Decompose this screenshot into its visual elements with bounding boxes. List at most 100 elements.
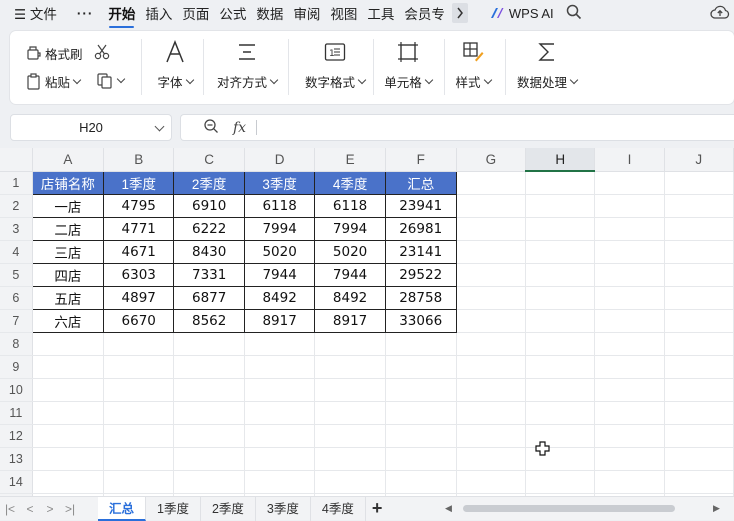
- row-header[interactable]: 3: [0, 217, 33, 241]
- font-group-button[interactable]: 字体: [150, 37, 200, 99]
- empty-cell[interactable]: [664, 447, 734, 471]
- data-cell[interactable]: 4671: [102, 239, 175, 264]
- fx-button[interactable]: fx: [233, 120, 246, 136]
- empty-cell[interactable]: [525, 217, 596, 241]
- cut-button[interactable]: [94, 44, 112, 60]
- search-icon[interactable]: [566, 4, 582, 23]
- tab-tools[interactable]: 工具: [362, 3, 399, 23]
- empty-cell[interactable]: [385, 378, 457, 402]
- scrollbar-thumb[interactable]: [463, 504, 675, 512]
- data-cell[interactable]: 一店: [31, 193, 104, 218]
- data-cell[interactable]: 8492: [243, 285, 316, 310]
- column-header-f[interactable]: F: [385, 148, 457, 172]
- name-box[interactable]: H20: [10, 114, 172, 141]
- empty-cell[interactable]: [456, 309, 527, 333]
- data-cell[interactable]: 23141: [384, 239, 457, 264]
- style-group-button[interactable]: 样式: [453, 37, 493, 99]
- data-cell[interactable]: 33066: [384, 308, 457, 333]
- data-cell[interactable]: 4897: [102, 285, 175, 310]
- empty-cell[interactable]: [594, 240, 665, 264]
- table-header-cell[interactable]: 2季度: [173, 170, 245, 195]
- data-cell[interactable]: 8492: [314, 285, 386, 310]
- table-header-cell[interactable]: 1季度: [102, 170, 175, 195]
- row-header[interactable]: 2: [0, 194, 33, 218]
- empty-cell[interactable]: [664, 263, 734, 287]
- empty-cell[interactable]: [594, 332, 665, 356]
- table-header-cell[interactable]: 3季度: [243, 170, 316, 195]
- data-cell[interactable]: 23941: [384, 193, 457, 218]
- empty-cell[interactable]: [594, 424, 665, 448]
- empty-cell[interactable]: [525, 171, 596, 195]
- data-cell[interactable]: 五店: [31, 285, 104, 310]
- data-cell[interactable]: 8430: [173, 239, 245, 264]
- empty-cell[interactable]: [664, 240, 734, 264]
- empty-cell[interactable]: [103, 332, 175, 356]
- empty-cell[interactable]: [664, 217, 734, 241]
- tab-data[interactable]: 数据: [251, 3, 288, 23]
- empty-cell[interactable]: [314, 447, 386, 471]
- empty-cell[interactable]: [314, 424, 386, 448]
- empty-cell[interactable]: [314, 378, 386, 402]
- empty-cell[interactable]: [456, 332, 527, 356]
- empty-cell[interactable]: [664, 401, 734, 425]
- data-cell[interactable]: 6118: [314, 193, 386, 218]
- empty-cell[interactable]: [32, 332, 104, 356]
- empty-cell[interactable]: [664, 194, 734, 218]
- column-header-j[interactable]: J: [664, 148, 734, 172]
- horizontal-scrollbar[interactable]: ◀ ▶: [445, 503, 725, 513]
- empty-cell[interactable]: [594, 286, 665, 310]
- column-header-i[interactable]: I: [594, 148, 665, 172]
- empty-cell[interactable]: [103, 378, 175, 402]
- empty-cell[interactable]: [594, 401, 665, 425]
- empty-cell[interactable]: [173, 424, 245, 448]
- wps-ai-button[interactable]: WPS AI: [490, 6, 554, 21]
- empty-cell[interactable]: [385, 424, 457, 448]
- prev-sheet-icon[interactable]: <: [20, 502, 40, 516]
- last-sheet-icon[interactable]: >|: [60, 502, 80, 516]
- first-sheet-icon[interactable]: |<: [0, 502, 20, 516]
- scroll-right-icon[interactable]: ▶: [713, 503, 720, 514]
- data-cell[interactable]: 5020: [243, 239, 316, 264]
- row-header[interactable]: 12: [0, 424, 33, 448]
- empty-cell[interactable]: [664, 171, 734, 195]
- data-cell[interactable]: 四店: [31, 262, 104, 287]
- tab-formula[interactable]: 公式: [214, 3, 251, 23]
- scroll-left-icon[interactable]: ◀: [445, 503, 452, 514]
- empty-cell[interactable]: [594, 470, 665, 494]
- sheet-tab-q3[interactable]: 3季度: [256, 496, 311, 521]
- empty-cell[interactable]: [525, 332, 596, 356]
- empty-cell[interactable]: [594, 194, 665, 218]
- empty-cell[interactable]: [103, 401, 175, 425]
- data-cell[interactable]: 8917: [314, 308, 386, 333]
- row-header[interactable]: 1: [0, 171, 33, 195]
- data-cell[interactable]: 六店: [31, 308, 104, 333]
- empty-cell[interactable]: [314, 470, 386, 494]
- sheet-tab-q1[interactable]: 1季度: [146, 496, 201, 521]
- empty-cell[interactable]: [314, 332, 386, 356]
- column-header-h[interactable]: H: [525, 148, 596, 172]
- next-sheet-icon[interactable]: >: [40, 502, 60, 516]
- empty-cell[interactable]: [456, 240, 527, 264]
- empty-cell[interactable]: [314, 401, 386, 425]
- tab-page[interactable]: 页面: [177, 3, 214, 23]
- empty-cell[interactable]: [244, 470, 316, 494]
- row-header[interactable]: 9: [0, 355, 33, 379]
- data-cell[interactable]: 6303: [102, 262, 175, 287]
- empty-cell[interactable]: [594, 309, 665, 333]
- tab-view[interactable]: 视图: [325, 3, 362, 23]
- column-header-c[interactable]: C: [173, 148, 245, 172]
- empty-cell[interactable]: [664, 378, 734, 402]
- row-header[interactable]: 10: [0, 378, 33, 402]
- empty-cell[interactable]: [32, 355, 104, 379]
- copy-button[interactable]: [96, 72, 126, 89]
- empty-cell[interactable]: [664, 332, 734, 356]
- data-cell[interactable]: 8562: [173, 308, 245, 333]
- row-header[interactable]: 11: [0, 401, 33, 425]
- empty-cell[interactable]: [385, 332, 457, 356]
- empty-cell[interactable]: [594, 171, 665, 195]
- column-header-d[interactable]: D: [244, 148, 316, 172]
- data-cell[interactable]: 7994: [314, 216, 386, 241]
- empty-cell[interactable]: [385, 470, 457, 494]
- data-cell[interactable]: 6222: [173, 216, 245, 241]
- empty-cell[interactable]: [664, 355, 734, 379]
